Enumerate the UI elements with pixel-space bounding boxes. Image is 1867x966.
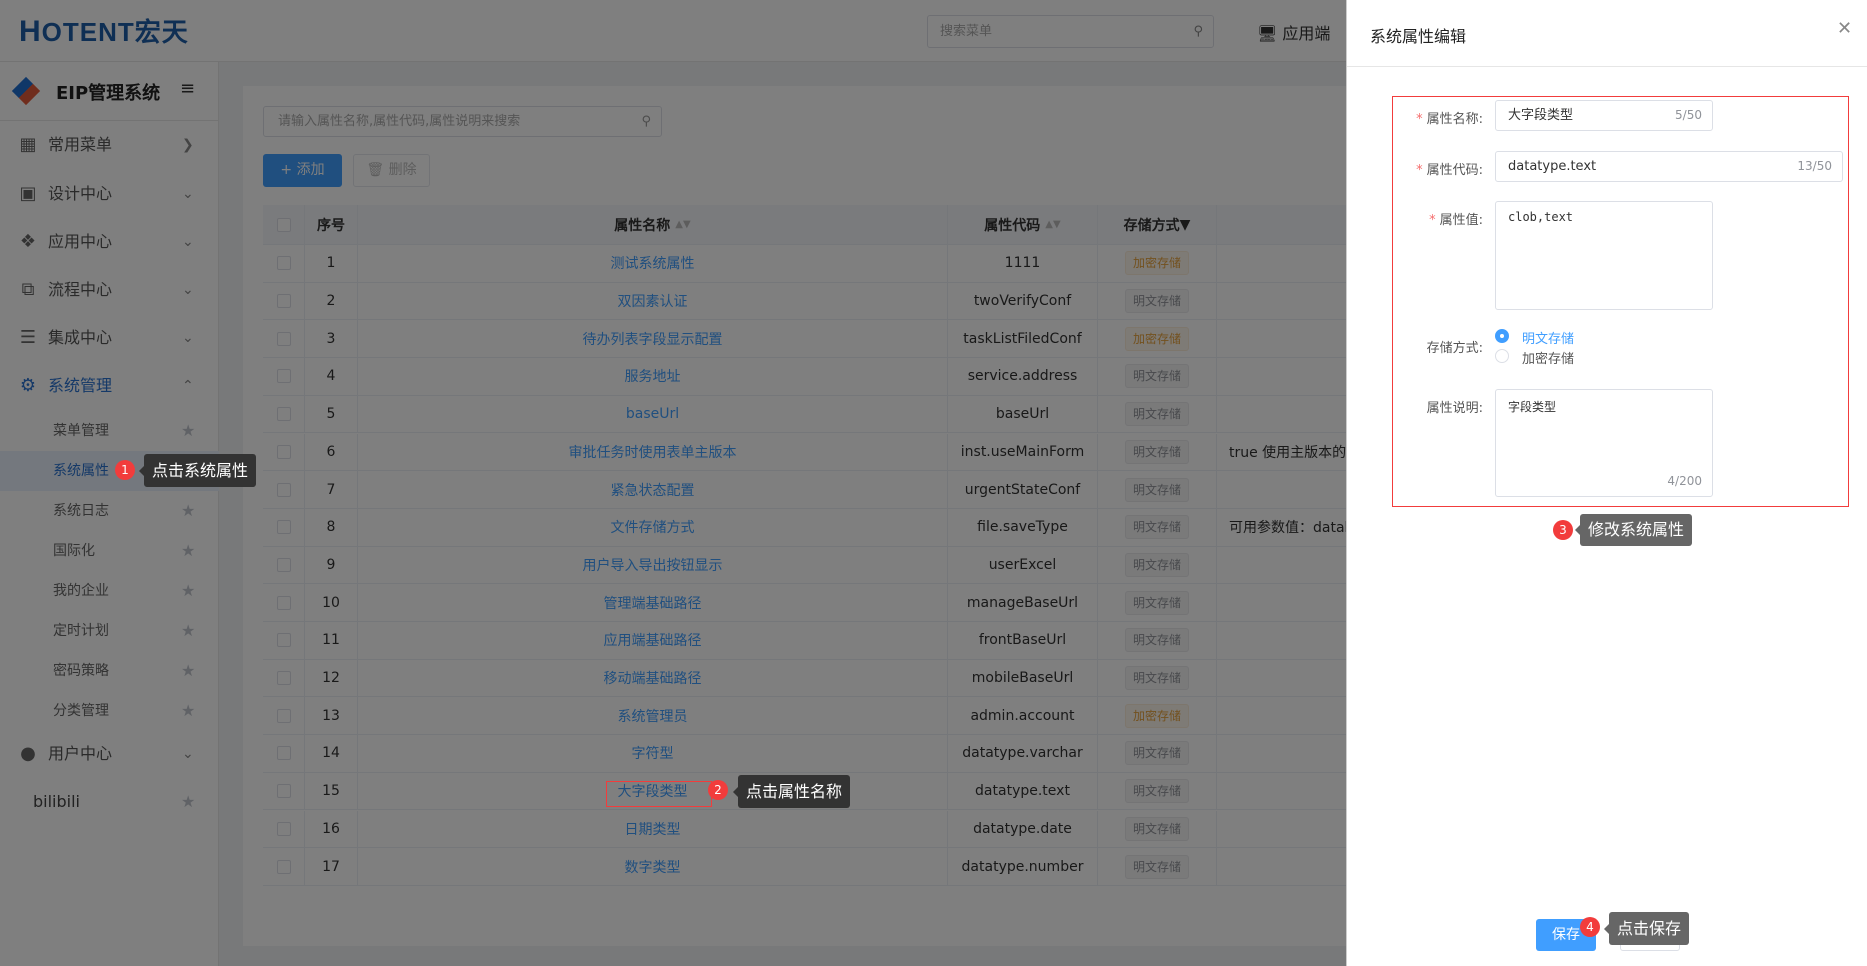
highlight-form bbox=[1392, 96, 1849, 507]
close-icon[interactable]: ✕ bbox=[1837, 18, 1852, 39]
highlight-row-15 bbox=[606, 781, 712, 807]
step-tooltip-3: 修改系统属性 bbox=[1574, 514, 1693, 546]
step-tooltip-4: 点击保存 bbox=[1603, 912, 1690, 945]
step-badge-4: 4 bbox=[1580, 917, 1600, 937]
step-badge-2: 2 bbox=[708, 780, 728, 800]
drawer-title: 系统属性编辑 bbox=[1370, 27, 1467, 46]
step-tooltip-2: 点击属性名称 bbox=[732, 775, 851, 808]
step-badge-3: 3 bbox=[1553, 520, 1573, 540]
step-tooltip-1: 点击系统属性 bbox=[138, 454, 257, 487]
step-badge-1: 1 bbox=[115, 460, 135, 480]
divider bbox=[1347, 66, 1867, 67]
